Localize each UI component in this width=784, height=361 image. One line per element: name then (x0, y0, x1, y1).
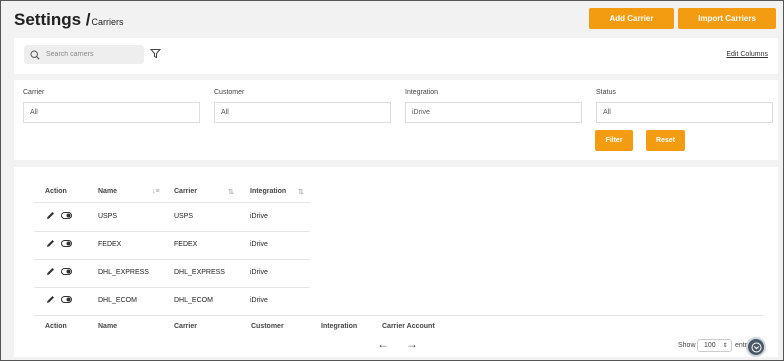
breadcrumb[interactable]: Carriers (92, 17, 124, 27)
funnel-filter-icon[interactable] (150, 48, 161, 59)
integration-filter-select[interactable]: iDrive (405, 102, 582, 123)
carrier-filter-label: Carrier (23, 89, 45, 96)
reset-button[interactable]: Reset (646, 130, 685, 151)
toggle-icon[interactable] (61, 240, 72, 247)
chevron-down-icon (751, 342, 761, 352)
row-actions (46, 239, 72, 248)
header-carrier[interactable]: Carrier (174, 188, 197, 195)
table-bottom-divider (34, 315, 764, 316)
status-filter-label: Status (596, 89, 616, 96)
row-actions (46, 267, 72, 276)
sort-icon[interactable]: ⇅ (228, 188, 234, 196)
import-carriers-button[interactable]: Import Carriers (678, 8, 776, 29)
header-divider (34, 202, 310, 203)
row-integration: iDrive (250, 213, 268, 220)
toggle-icon[interactable] (61, 296, 72, 303)
footer-header-carrier: Carrier (174, 323, 197, 330)
row-divider (34, 287, 310, 288)
toggle-icon[interactable] (61, 268, 72, 275)
row-carrier: USPS (174, 213, 194, 220)
scroll-down-button[interactable] (746, 337, 766, 357)
row-carrier: DHL_EXPRESS (174, 269, 225, 276)
stepper-icon: ⇕ (722, 343, 728, 349)
toggle-icon[interactable] (61, 212, 72, 219)
show-label: Show (678, 342, 696, 349)
customer-filter-select[interactable]: All (214, 102, 391, 123)
row-actions (46, 211, 72, 220)
row-actions (46, 295, 72, 304)
row-integration: iDrive (250, 241, 268, 248)
filters-card: Carrier All Customer All Integration iDr… (14, 80, 778, 160)
pencil-edit-icon[interactable] (46, 295, 55, 304)
row-name: DHL_ECOM (98, 297, 137, 304)
add-carrier-button[interactable]: Add Carrier (589, 8, 674, 29)
previous-page-arrow-icon[interactable]: ← (377, 337, 389, 351)
header-action: Action (45, 188, 67, 195)
pencil-edit-icon[interactable] (46, 239, 55, 248)
footer-header-customer: Customer (251, 323, 284, 330)
integration-filter-label: Integration (405, 89, 439, 96)
row-integration: iDrive (250, 269, 268, 276)
pencil-edit-icon[interactable] (46, 267, 55, 276)
page-size-select[interactable]: 100 ⇕ (697, 339, 732, 352)
carriers-table-card: Action Name ↓≡ Carrier ⇅ Integration ⇅ U… (14, 167, 778, 357)
row-name: DHL_EXPRESS (98, 269, 149, 276)
page-size-value: 100 (704, 342, 716, 349)
row-name: USPS (98, 213, 118, 220)
carrier-filter-select[interactable]: All (23, 102, 200, 123)
row-integration: iDrive (250, 297, 268, 304)
header-name[interactable]: Name (98, 188, 117, 195)
footer-header-integration: Integration (321, 323, 358, 330)
filter-button[interactable]: Filter (595, 130, 633, 151)
search-input[interactable] (46, 51, 136, 58)
edit-columns-link[interactable]: Edit Columns (726, 51, 768, 58)
row-name: FEDEX (98, 241, 122, 248)
pencil-edit-icon[interactable] (46, 211, 55, 220)
search-box[interactable] (24, 45, 144, 64)
status-filter-select[interactable]: All (596, 102, 773, 123)
search-icon (30, 49, 40, 60)
row-carrier: DHL_ECOM (174, 297, 213, 304)
footer-header-name: Name (98, 323, 118, 330)
sort-icon[interactable]: ⇅ (298, 188, 304, 196)
row-carrier: FEDEX (174, 241, 198, 248)
footer-header-action: Action (45, 323, 67, 330)
header-integration[interactable]: Integration (250, 188, 286, 195)
next-page-arrow-icon[interactable]: → (406, 337, 418, 351)
footer-header-carrier-account: Carrier Account (382, 323, 435, 330)
row-divider (34, 231, 310, 232)
sort-desc-icon[interactable]: ↓≡ (152, 188, 160, 195)
row-divider (34, 259, 310, 260)
search-bar-card: Edit Columns (14, 38, 778, 74)
page-title: Settings / Carriers (14, 10, 124, 30)
customer-filter-label: Customer (214, 89, 245, 96)
page-title-text: Settings / (14, 10, 91, 29)
